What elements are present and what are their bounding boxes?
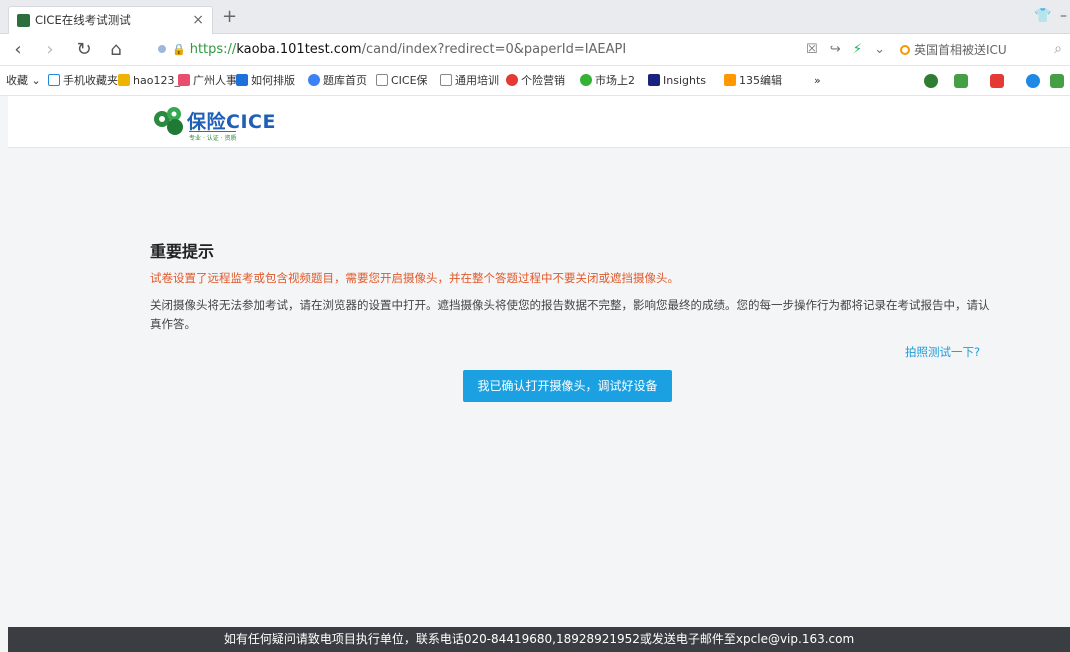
search-suggestion: 英国首相被送ICU [914,43,1007,57]
bookmark-item[interactable]: 市场上2 [580,66,635,95]
url-input[interactable]: 🔒 https://kaoba.101test.com/cand/index?re… [158,40,778,62]
close-tab-icon[interactable]: × [192,7,204,33]
bookmark-item[interactable]: 个险营销 [506,66,565,95]
photo-test-link[interactable]: 拍照测试一下? [905,344,980,360]
browser-tab[interactable]: CICE在线考试测试 × [8,6,213,34]
forward-icon[interactable]: › [38,39,62,60]
bookmark-item[interactable]: 收藏 ⌄ [6,66,41,95]
reload-icon[interactable]: ↻ [72,39,96,60]
bookmark-item[interactable]: 广州人事 [178,66,237,95]
address-bar: ‹ › ↻ ⌂ 🔒 https://kaoba.101test.com/cand/… [0,34,1070,66]
bookmark-item[interactable]: 手机收藏夹 [48,66,118,95]
address-actions: ☒ ↪ ⚡ ⌄ [806,42,893,57]
bookmark-item[interactable]: CICE保 [376,66,428,95]
bookmark-item[interactable]: hao123_ [118,66,180,95]
site-icon [308,74,320,86]
notice-warning: 试卷设置了远程监考或包含视频题目，需要您开启摄像头，并在整个答题过程中不要关闭或… [150,271,679,285]
home-icon[interactable]: ⌂ [104,39,128,60]
zhihu-icon [236,74,248,86]
bookmark-item[interactable]: 如何排版 [236,66,295,95]
footer: 如有任何疑问请致电项目执行单位，联系电话020-84419680,1892892… [8,627,1070,652]
lightning-icon[interactable]: ⚡ [853,42,862,57]
lock-icon: 🔒 [172,43,186,56]
minimize-icon[interactable]: – [1060,8,1067,24]
shirt-skin-icon[interactable]: 👕 [1034,8,1051,24]
bookmarks-bar: 收藏 ⌄ 手机收藏夹 hao123_ 广州人事 如何排版 题库首页 CICE保 … [0,66,1070,96]
game-icon[interactable] [1050,74,1064,88]
phone-icon [48,74,60,86]
chevron-down-icon[interactable]: ⌄ [874,42,885,57]
page-icon [376,74,388,86]
url-scheme: https:// [189,42,237,57]
logo-mark-icon [154,107,183,135]
extension-image-icon[interactable] [954,74,968,88]
url-path: /cand/index?redirect=0&paperId=IAEAPI [361,42,627,57]
more-bookmarks[interactable]: » [814,66,821,95]
new-tab-icon[interactable]: + [222,6,237,27]
tab-strip: CICE在线考试测试 × + 👕 – [0,0,1070,34]
page-icon [440,74,452,86]
search-extension-icon[interactable] [1026,74,1040,88]
search-engine-field[interactable]: 英国首相被送ICU [900,41,1007,58]
bookmark-item[interactable]: 题库首页 [308,66,367,95]
notice-title: 重要提示 [150,242,215,261]
bookmark-item[interactable]: 135编辑 [724,66,782,95]
block-icon[interactable]: ☒ [806,42,818,57]
hr-icon [178,74,190,86]
confirm-camera-button[interactable]: 我已确认打开摄像头，调试好设备 [463,370,672,402]
site-favicon-icon [17,14,30,27]
wechat-icon [580,74,592,86]
logo-text: 保险CICE [187,111,276,133]
notice-body: 关闭摄像头将无法参加考试，请在浏览器的设置中打开。遮挡摄像头将使您的报告数据不完… [150,298,990,331]
site-header: 保险CICE 专业 · 认证 · 资质 [8,96,1070,148]
bookmark-item[interactable]: 通用培训 [440,66,499,95]
hao123-icon [118,74,130,86]
logo-tagline: 专业 · 认证 · 资质 [189,131,237,142]
search-engine-icon [900,45,910,55]
back-icon[interactable]: ‹ [6,39,30,60]
scissors-icon[interactable] [990,74,1004,88]
site-info-icon [158,45,166,53]
notice-panel: 重要提示 试卷设置了远程监考或包含视频题目，需要您开启摄像头，并在整个答题过程中… [150,238,1000,334]
share-icon[interactable]: ↪ [830,42,841,57]
135-icon [724,74,736,86]
tab-title: CICE在线考试测试 [35,13,131,27]
insights-icon [648,74,660,86]
extension-green-icon[interactable] [924,74,938,88]
bookmark-item[interactable]: Insights [648,66,706,95]
flame-icon [506,74,518,86]
url-domain: kaoba.101test.com [236,42,362,57]
search-icon[interactable]: ⌕ [1054,41,1062,57]
